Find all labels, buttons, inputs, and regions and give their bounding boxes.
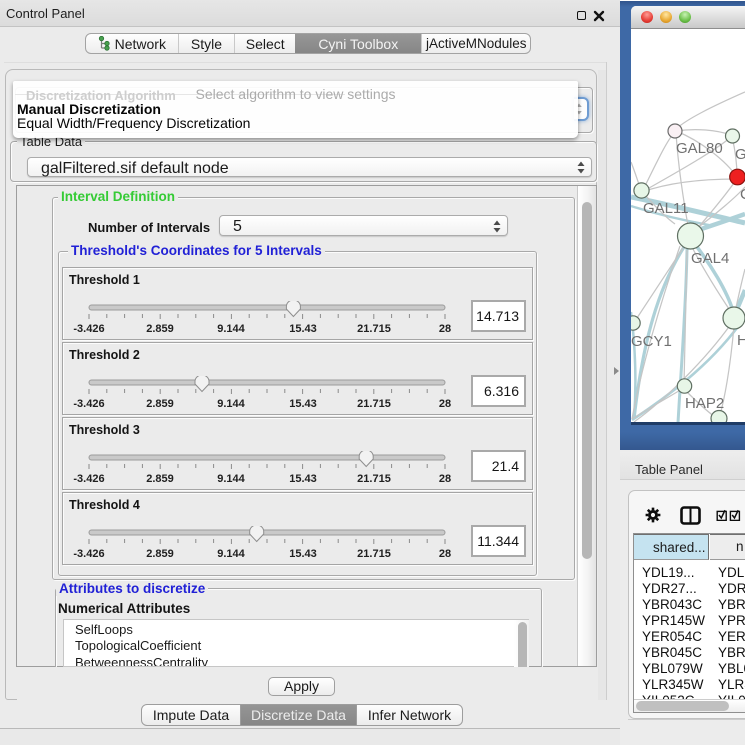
svg-text:C: C: [740, 186, 745, 203]
svg-text:GAL4: GAL4: [691, 250, 729, 267]
svg-text:H: H: [737, 332, 745, 349]
svg-text:HAP2: HAP2: [685, 395, 724, 412]
svg-text:GAL80: GAL80: [676, 140, 723, 157]
svg-text:GCY1: GCY1: [631, 333, 672, 350]
svg-text:GA: GA: [735, 146, 745, 163]
svg-text:GAL11: GAL11: [643, 200, 689, 217]
